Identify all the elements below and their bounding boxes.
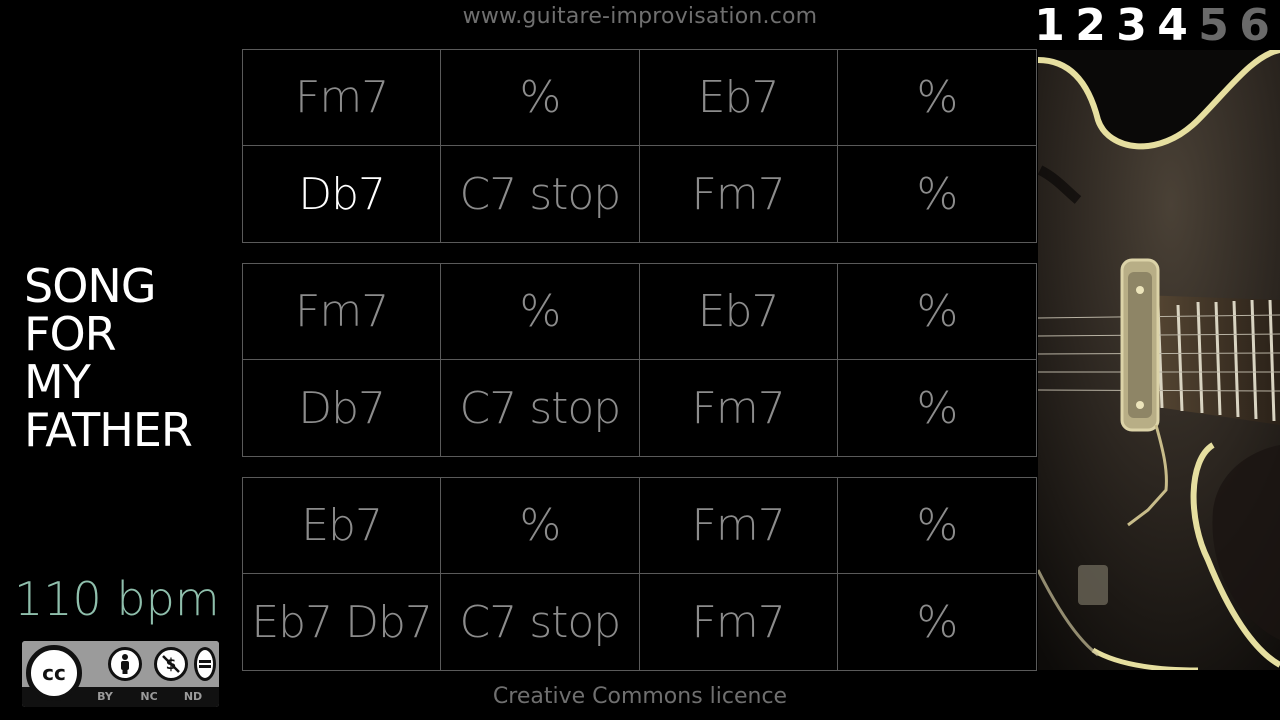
beat-4: 4 <box>1157 0 1188 51</box>
chord-cell: Fm7 <box>639 478 838 574</box>
chord-cell: % <box>837 478 1036 574</box>
beat-3: 3 <box>1116 0 1147 51</box>
tempo-label: 110 bpm <box>14 572 220 626</box>
chord-cell: Fm7 <box>243 50 442 146</box>
song-title-line: FATHER <box>24 403 193 457</box>
beat-1: 1 <box>1034 0 1065 51</box>
chord-grid-section-2: Fm7 % Eb7 % Db7 C7 stop Fm7 % <box>242 263 1037 457</box>
chord-cell: Fm7 <box>640 360 838 456</box>
no-derivatives-icon <box>194 647 216 681</box>
non-commercial-icon: $ <box>154 647 188 681</box>
cc-logo-icon: cc <box>26 645 82 701</box>
chord-cell: % <box>837 264 1036 360</box>
beat-counter: 1 2 3 4 5 6 <box>1030 2 1274 50</box>
chord-cell: Fm7 <box>640 574 838 670</box>
chord-cell: C7 stop <box>441 574 640 670</box>
song-title-line: FOR <box>24 307 117 361</box>
site-url: www.guitare-improvisation.com <box>462 4 818 29</box>
chord-cell: % <box>441 264 640 360</box>
chord-cell: % <box>916 168 958 220</box>
beat-2: 2 <box>1075 0 1106 51</box>
chord-cell: Fm7 <box>243 264 442 360</box>
chord-cell: Eb7 Db7 <box>243 574 442 670</box>
chord-grid-section-1: Fm7 % Eb7 % Db7 C7 stop Fm7 % <box>242 49 1037 243</box>
badge-label-nd: ND <box>183 690 203 703</box>
chord-cell-active: Db7 <box>243 146 442 242</box>
creative-commons-badge[interactable]: cc $ BY NC ND <box>22 641 219 707</box>
badge-label-nc: NC <box>140 690 158 703</box>
song-title: SONG FOR MY FATHER <box>24 259 193 457</box>
no-dollar-icon: $ <box>162 655 180 673</box>
chord-cell: Eb7 <box>243 478 442 574</box>
chord-cell: Db7 <box>243 360 442 456</box>
chord-cell: Eb7 <box>639 50 838 146</box>
badge-label-by: BY <box>97 690 113 703</box>
chord-cell: % <box>441 478 640 574</box>
guitar-photo <box>1038 50 1280 670</box>
chord-cell: % <box>837 50 1036 146</box>
chord-cell: % <box>916 596 958 648</box>
attribution-icon <box>108 647 142 681</box>
beat-6: 6 <box>1239 0 1270 51</box>
beat-5: 5 <box>1198 0 1229 51</box>
guitar-illustration <box>1038 50 1280 670</box>
footer-licence-text: Creative Commons licence <box>492 684 788 709</box>
chord-cell: % <box>916 382 958 434</box>
chord-cell: C7 stop <box>441 360 640 456</box>
chord-cell: Eb7 <box>639 264 838 360</box>
chord-cell: % <box>441 50 640 146</box>
person-icon <box>121 654 129 674</box>
song-title-line: SONG <box>24 259 156 313</box>
equals-icon <box>199 660 211 668</box>
chord-cell: C7 stop <box>441 146 640 242</box>
chord-grid-section-3: Eb7 % Fm7 % Eb7 Db7 C7 stop Fm7 % <box>242 477 1037 671</box>
chord-cell: Fm7 <box>640 146 838 242</box>
song-title-line: MY <box>24 355 91 409</box>
